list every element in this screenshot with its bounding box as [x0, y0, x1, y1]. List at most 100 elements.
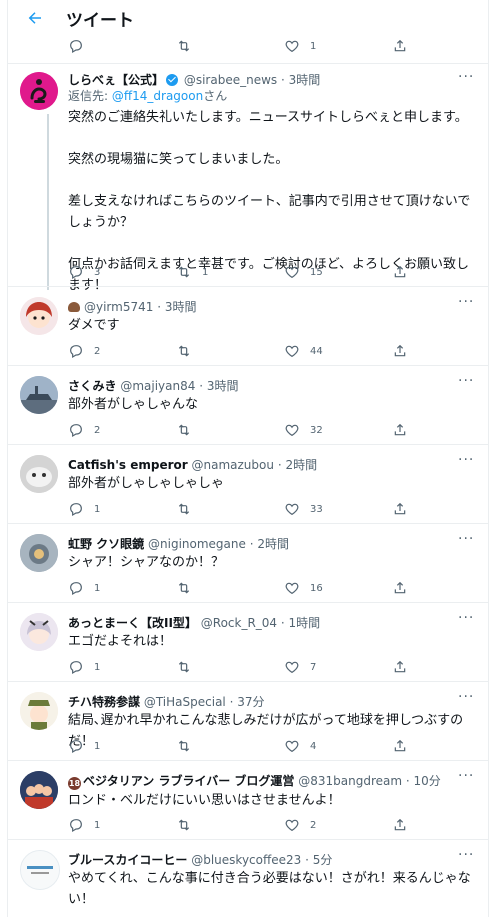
- author-handle[interactable]: @831bangdream: [298, 774, 402, 788]
- author-handle[interactable]: @yirm5741: [84, 300, 153, 314]
- reply-button[interactable]: 1: [68, 658, 100, 676]
- retweet-button[interactable]: 1: [176, 263, 208, 281]
- tweet-sirabee[interactable]: ··· しらべぇ【公式】 @sirabee_news · 3時間 返信先: @f…: [8, 64, 488, 293]
- poop-emoji-icon: [68, 302, 80, 312]
- like-button[interactable]: 2: [284, 816, 316, 834]
- tweet-time[interactable]: · 1時間: [281, 616, 320, 630]
- tweet-author-line: 18 ベジタリアン ラブライバー ブログ運営 @831bangdream · 10…: [68, 773, 476, 790]
- author-handle[interactable]: @blueskycoffee23: [191, 853, 301, 867]
- reply-tweet[interactable]: ··· チハ特務参謀 @TiHaSpecial · 37分 結局､遅かれ早かれこ…: [8, 682, 488, 760]
- avatar[interactable]: [20, 534, 58, 572]
- tweet-actions: 1 7: [68, 658, 418, 676]
- share-button[interactable]: [392, 500, 408, 518]
- like-count: 44: [310, 345, 323, 357]
- avatar[interactable]: [20, 376, 58, 414]
- retweet-button[interactable]: [176, 500, 202, 518]
- like-count: 32: [310, 424, 323, 436]
- like-button[interactable]: 7: [284, 658, 316, 676]
- like-button[interactable]: 16: [284, 579, 323, 597]
- author-name[interactable]: さくみき: [68, 379, 116, 393]
- author-name[interactable]: あっとまーく【改II型】: [68, 616, 197, 630]
- tweet-time[interactable]: · 2時間: [278, 458, 317, 472]
- author-name[interactable]: ベジタリアン ラブライバー ブログ運営: [83, 774, 294, 788]
- like-button[interactable]: 44: [284, 342, 323, 360]
- tweet-time[interactable]: · 2時間: [250, 537, 289, 551]
- avatar[interactable]: [20, 613, 58, 651]
- author-name[interactable]: しらべぇ【公式】: [68, 73, 164, 87]
- retweet-button[interactable]: [176, 816, 202, 834]
- reply-tweet[interactable]: ··· @yirm5741 · 3時間 ダメです 2 44: [8, 287, 488, 365]
- author-handle[interactable]: @niginomegane: [148, 537, 246, 551]
- reply-icon: [70, 503, 82, 517]
- reply-count: 2: [94, 345, 101, 357]
- avatar[interactable]: [20, 455, 58, 493]
- reply-tweet[interactable]: ··· ブルースカイコーヒー @blueskycoffee23 · 5分 やめて…: [8, 840, 488, 910]
- tweet-actions: 3 1 15: [68, 263, 418, 281]
- reply-tweet[interactable]: ··· 18 ベジタリアン ラブライバー ブログ運営 @831bangdream …: [8, 761, 488, 839]
- tweet-time[interactable]: · 10分: [406, 774, 441, 788]
- reply-tweet[interactable]: ··· さくみき @majiyan84 · 3時間 部外者がしゃしゃんな 2 3…: [8, 366, 488, 444]
- tweet-text: やめてくれ、こんな事に付き合う必要はない！さがれ！来るんじゃない！: [68, 871, 471, 907]
- like-button[interactable]: 15: [284, 263, 323, 281]
- reply-button[interactable]: 1: [68, 500, 100, 518]
- share-button[interactable]: [392, 421, 408, 439]
- author-handle[interactable]: @TiHaSpecial: [144, 695, 226, 709]
- reply-count: 1: [94, 661, 101, 673]
- tweet-time[interactable]: · 5分: [305, 853, 332, 867]
- avatar[interactable]: [20, 771, 58, 809]
- avatar[interactable]: [20, 692, 58, 730]
- reply-button[interactable]: 2: [68, 421, 100, 439]
- share-button[interactable]: [392, 579, 408, 597]
- author-handle[interactable]: @sirabee_news: [184, 73, 277, 87]
- share-button[interactable]: [392, 658, 408, 676]
- reply-button[interactable]: 1: [68, 816, 100, 834]
- retweet-button[interactable]: [176, 342, 202, 360]
- reply-button[interactable]: 3: [68, 263, 100, 281]
- avatar[interactable]: [20, 72, 58, 110]
- reply-button[interactable]: [68, 37, 94, 55]
- tweet-time[interactable]: · 37分: [230, 695, 265, 709]
- eighteen-badge-icon: 18: [68, 777, 81, 790]
- author-name[interactable]: チハ特務参謀: [68, 695, 140, 709]
- author-name[interactable]: 虹野 クソ眼鏡: [68, 537, 144, 551]
- share-button[interactable]: [392, 342, 408, 360]
- reply-button[interactable]: 2: [68, 342, 100, 360]
- author-name[interactable]: ブルースカイコーヒー: [68, 853, 187, 867]
- like-count: 16: [310, 582, 323, 594]
- retweet-button[interactable]: [176, 579, 202, 597]
- retweet-button[interactable]: [176, 658, 202, 676]
- author-handle[interactable]: @majiyan84: [120, 379, 195, 393]
- share-button[interactable]: [392, 816, 408, 834]
- tweet-time[interactable]: · 3時間: [199, 379, 238, 393]
- share-button[interactable]: [392, 263, 408, 281]
- retweet-button[interactable]: [176, 421, 202, 439]
- author-handle[interactable]: @Rock_R_04: [201, 616, 277, 630]
- share-button[interactable]: [392, 37, 408, 55]
- heart-icon: [285, 266, 299, 279]
- retweet-button[interactable]: [176, 737, 202, 755]
- reply-button[interactable]: 1: [68, 737, 100, 755]
- reply-tweet[interactable]: ··· 虹野 クソ眼鏡 @niginomegane · 2時間 シャア！シャアな…: [8, 524, 488, 602]
- like-count: 7: [310, 661, 317, 673]
- reply-to-mention[interactable]: @ff14_dragoon: [112, 89, 203, 103]
- author-name[interactable]: Catfish's emperor: [68, 458, 188, 472]
- like-button[interactable]: 4: [284, 737, 316, 755]
- retweet-icon: [178, 266, 190, 278]
- retweet-icon: [178, 740, 190, 752]
- like-button[interactable]: 33: [284, 500, 323, 518]
- like-button[interactable]: 1: [284, 37, 316, 55]
- tweet-time[interactable]: · 3時間: [281, 73, 320, 87]
- reply-tweet[interactable]: ··· あっとまーく【改II型】 @Rock_R_04 · 1時間 エゴだよそれ…: [8, 603, 488, 681]
- avatar[interactable]: [20, 297, 58, 335]
- tweet-author-line: 虹野 クソ眼鏡 @niginomegane · 2時間: [68, 536, 476, 552]
- author-handle[interactable]: @namazubou: [192, 458, 274, 472]
- reply-tweet[interactable]: ··· Catfish's emperor @namazubou · 2時間 部…: [8, 445, 488, 523]
- tweet-time[interactable]: · 3時間: [157, 300, 196, 314]
- tweet-actions: 1 16: [68, 579, 418, 597]
- back-arrow-icon[interactable]: [24, 7, 46, 29]
- retweet-button[interactable]: [176, 37, 202, 55]
- reply-button[interactable]: 1: [68, 579, 100, 597]
- like-button[interactable]: 32: [284, 421, 323, 439]
- share-button[interactable]: [392, 737, 408, 755]
- avatar[interactable]: [20, 850, 60, 890]
